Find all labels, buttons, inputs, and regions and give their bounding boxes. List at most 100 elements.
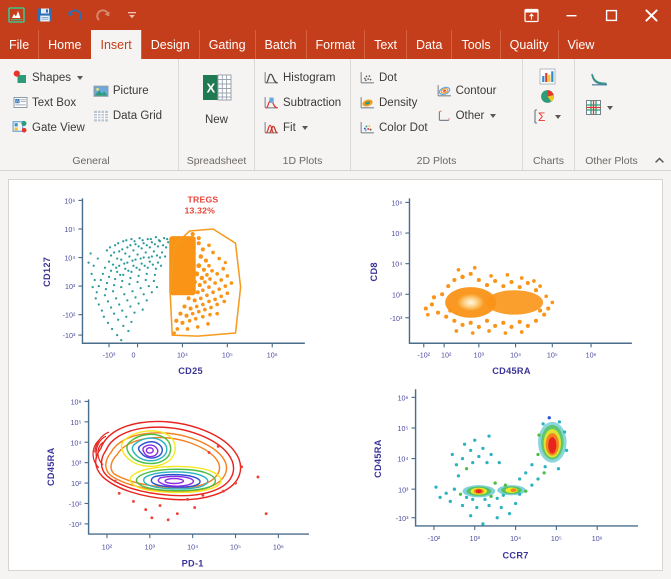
new-label: New [204,114,228,126]
svg-text:10⁶: 10⁶ [273,543,284,551]
svg-text:-10³: -10³ [395,515,408,523]
gateview-label: Gate View [32,121,85,134]
plot-cd8-cd45ra[interactable]: 10⁶ 10⁵ 10⁴ 10³ -10³ -10² 10² 10³ 10⁴ 10… [336,180,663,379]
plot-4-x-ticklabels: -10² 10³ 10⁴ 10⁵ 10⁶ [427,535,602,543]
tab-tools[interactable]: Tools [451,30,499,59]
chevron-down-icon[interactable] [301,125,308,130]
ribbon-group-other-plots: Other Plots [574,59,648,170]
subtraction-icon [264,96,278,108]
picture-label: Picture [112,84,149,97]
svg-text:10⁵: 10⁵ [550,535,561,543]
plot-4-xlabel: CCR7 [502,551,528,561]
tab-view[interactable]: View [557,30,604,59]
ribbon-display-options-button[interactable] [511,0,551,30]
other-plot-label: Other [455,109,485,122]
chevron-down-icon[interactable] [490,113,497,118]
fit-label: Fit [283,121,296,134]
tab-insert[interactable]: Insert [90,30,141,59]
workspace-area: TREGS 13.32% 10⁶ 10⁵ 10⁴ 10³ -10² -10³ -… [0,171,671,579]
bar-chart-button[interactable] [539,68,556,85]
shapes-button[interactable]: Shapes [8,66,89,89]
tab-design[interactable]: Design [140,30,199,59]
svg-text:X: X [206,81,215,96]
svg-text:10⁴: 10⁴ [510,535,521,543]
svg-text:10⁶: 10⁶ [591,535,602,543]
tab-data[interactable]: Data [406,30,451,59]
plot-cd45ra-ccr7[interactable]: 10⁶ 10⁵ 10⁴ 10³ -10³ -10² 10³ 10⁴ 10⁵ 10… [336,379,663,578]
curve-plot-button[interactable] [590,71,609,88]
grid-plot-button[interactable] [585,99,613,116]
tab-quality[interactable]: Quality [499,30,558,59]
contour-plot-icon [437,84,451,96]
datagrid-button[interactable]: Data Grid [89,104,166,127]
other-plot-button[interactable]: Other [432,104,501,127]
group-title-general: General [72,155,110,167]
svg-text:10⁴: 10⁴ [177,352,188,360]
close-button[interactable] [631,0,671,30]
histogram-label: Histogram [283,71,336,84]
maximize-button[interactable] [591,0,631,30]
tab-text[interactable]: Text [364,30,406,59]
contour-plot-button[interactable]: Contour [432,79,501,102]
chevron-down-icon[interactable] [607,105,613,110]
gate-label-name: TREGS [188,194,219,204]
histogram-button[interactable]: Histogram [259,66,345,89]
density-plot-label: Density [379,96,418,109]
plot-cd127-cd25[interactable]: TREGS 13.32% 10⁶ 10⁵ 10⁴ 10³ -10² -10³ -… [9,180,336,379]
chevron-down-icon[interactable] [77,75,84,80]
plot-1-y-ticklabels: 10⁶ 10⁵ 10⁴ 10³ -10² -10³ [63,197,76,340]
title-bar [0,0,671,30]
plot-3-y-ticklabels: 10⁶ 10⁵ 10⁴ 10³ 10² -10² -10³ [69,398,82,528]
layout-canvas[interactable]: TREGS 13.32% 10⁶ 10⁵ 10⁴ 10³ -10² -10³ -… [8,179,663,571]
tab-file[interactable]: File [0,30,38,59]
population-all-events [423,265,554,335]
svg-text:10⁶: 10⁶ [585,352,596,360]
pie-chart-button[interactable] [539,88,556,105]
tab-batch[interactable]: Batch [254,30,306,59]
svg-text:10⁵: 10⁵ [546,352,557,360]
tab-label: Quality [509,37,549,52]
svg-text:-10³: -10³ [103,352,116,360]
ribbon-group-general: Shapes A Text Box Gate View Picture Data… [4,59,178,170]
density-plot-button[interactable]: Density [355,91,432,114]
svg-text:10³: 10³ [398,486,409,494]
svg-text:10⁴: 10⁴ [187,543,198,551]
collapse-ribbon-button[interactable] [651,152,667,168]
colordot-plot-button[interactable]: Color Dot [355,116,432,139]
statistic-button[interactable]: Σ [533,108,561,125]
chevron-down-icon[interactable] [555,114,561,119]
tab-label: Insert [100,37,132,52]
new-spreadsheet-button[interactable]: X New [184,66,250,126]
svg-text:10³: 10³ [65,283,76,291]
svg-text:10²: 10² [71,480,82,488]
svg-text:10⁵: 10⁵ [222,352,233,360]
minimize-button[interactable] [551,0,591,30]
svg-text:10⁶: 10⁶ [64,197,75,205]
svg-text:10⁵: 10⁵ [397,425,408,433]
group-title-other-plots: Other Plots [585,155,638,167]
customize-qat-icon[interactable] [122,5,142,25]
gateview-icon [12,120,27,133]
excel-new-icon: X [202,74,231,101]
plot-1-svg: TREGS 13.32% 10⁶ 10⁵ 10⁴ 10³ -10² -10³ -… [42,194,305,376]
tab-gating[interactable]: Gating [198,30,255,59]
gateview-button[interactable]: Gate View [8,116,89,139]
undo-icon[interactable] [64,5,84,25]
svg-text:10⁴: 10⁴ [397,456,408,464]
subtraction-button[interactable]: Subtraction [259,91,345,114]
dot-plot-button[interactable]: Dot [355,66,432,89]
group-title-2d-plots: 2D Plots [416,155,457,167]
ribbon-group-2d-plots: Dot Density Color Dot Contour Other 2D P… [350,59,522,170]
plot-cd45ra-pd1[interactable]: 10⁶ 10⁵ 10⁴ 10³ 10² -10² -10³ 10² 10³ 10… [9,379,336,578]
fit-button[interactable]: Fit [259,116,345,139]
save-icon[interactable] [35,5,55,25]
plot-3-axes [87,399,309,535]
plots1d-column: Histogram Subtraction Fit [259,66,345,139]
picture-button[interactable]: Picture [89,79,166,102]
svg-text:10⁵: 10⁵ [230,543,241,551]
shapes-label: Shapes [32,71,72,84]
tab-home[interactable]: Home [38,30,90,59]
textbox-button[interactable]: A Text Box [8,91,89,114]
tab-format[interactable]: Format [305,30,365,59]
datagrid-icon [93,110,108,121]
